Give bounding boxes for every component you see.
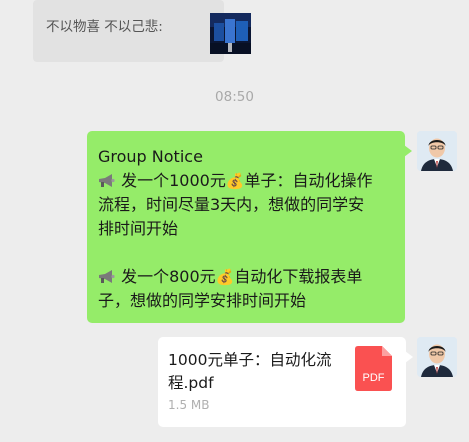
file-name: 1000元单子：自动化流 程.pdf bbox=[168, 351, 332, 392]
notice-para1-line1-a: 发一个1000元 bbox=[121, 171, 226, 190]
quoted-message-thumbnail[interactable] bbox=[210, 13, 251, 54]
chat-window: 不以物喜 不以己悲: 08:50 Group Notice 发一个1000元💰单… bbox=[0, 0, 469, 442]
message-timestamp: 08:50 bbox=[215, 89, 254, 105]
pdf-file-message[interactable]: 1000元单子：自动化流 程.pdf 1.5 MB PDF bbox=[158, 337, 413, 427]
quoted-message[interactable]: 不以物喜 不以己悲: bbox=[33, 0, 251, 62]
notice-title: Group Notice bbox=[98, 147, 203, 166]
group-notice-bubble[interactable]: Group Notice 发一个1000元💰单子：自动化操作 流程，时间尽量3天… bbox=[87, 131, 412, 323]
file-size: 1.5 MB bbox=[168, 398, 210, 412]
money-bag-icon: 💰 bbox=[225, 172, 245, 190]
notice-para1-line1-b: 单子：自动化操作 bbox=[244, 171, 373, 190]
sender-avatar[interactable] bbox=[417, 337, 457, 377]
notice-para1-line2: 流程，时间尽量3天内，想做的同学安 bbox=[98, 195, 365, 214]
money-bag-icon: 💰 bbox=[215, 268, 235, 286]
sender-avatar[interactable] bbox=[417, 131, 457, 171]
megaphone-icon bbox=[98, 267, 121, 286]
megaphone-icon bbox=[98, 171, 121, 190]
pdf-type-label: PDF bbox=[362, 372, 385, 384]
notice-para2-line1-b: 自动化下载报表单 bbox=[234, 267, 363, 286]
pdf-file-icon: PDF bbox=[355, 346, 392, 391]
quoted-message-text: 不以物喜 不以己悲: bbox=[46, 19, 163, 35]
notice-para2-line2: 子，想做的同学安排时间开始 bbox=[98, 291, 307, 310]
notice-para2-line1-a: 发一个800元 bbox=[121, 267, 216, 286]
notice-para1-line3: 排时间开始 bbox=[98, 219, 179, 238]
